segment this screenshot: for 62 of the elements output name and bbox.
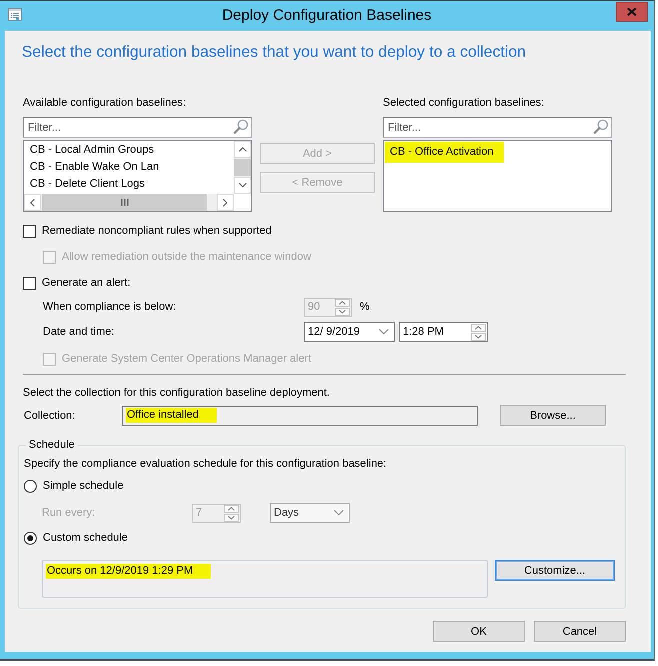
window-title: Deploy Configuration Baselines: [221, 6, 433, 26]
collection-field[interactable]: Office installed: [122, 406, 478, 426]
unit-label: %: [360, 301, 370, 313]
checkbox-label: Generate System Center Operations Manager alert: [62, 353, 312, 365]
grip-icon: [120, 199, 128, 206]
radio-button[interactable]: [24, 480, 37, 492]
spin-up-button[interactable]: [471, 324, 486, 332]
scroll-right-button[interactable]: [217, 194, 234, 211]
chevron-up-icon: [339, 300, 346, 304]
chevron-down-icon: [339, 310, 346, 314]
list-item[interactable]: CB - Local Admin Groups: [30, 142, 154, 159]
list-item[interactable]: CB - Delete Client Logs: [30, 176, 145, 193]
window-icon: [8, 8, 22, 21]
filter-field[interactable]: Filter...: [383, 117, 612, 138]
chevron-left-icon: [30, 198, 35, 206]
instruction-text: Specify the compliance evaluation schedule for this configuration baseline:: [24, 457, 388, 472]
scroll-left-button[interactable]: [24, 194, 41, 211]
chevron-right-icon: [223, 198, 228, 206]
caret-down-icon: [334, 510, 344, 516]
list-label: Selected configuration baselines:: [383, 96, 546, 111]
chevron-up-icon: [228, 506, 235, 510]
chevron-down-icon: [228, 516, 235, 520]
field-label: When compliance is below:: [43, 301, 178, 313]
checkbox-label: Remediate noncompliant rules when supported: [42, 225, 272, 237]
radio-button[interactable]: [24, 532, 37, 544]
close-button[interactable]: [616, 2, 648, 22]
schedule-summary: Occurs on 12/9/2019 1:29 PM: [42, 560, 488, 598]
time-picker[interactable]: 1:28 PM: [399, 322, 488, 342]
dialog-button[interactable]: Cancel: [534, 621, 626, 642]
browse-button[interactable]: Browse...: [500, 405, 606, 426]
scrollbar-thumb[interactable]: [42, 194, 207, 211]
list-item[interactable]: CB - Enable Wake On Lan: [30, 159, 160, 176]
scrollbar-thumb[interactable]: [234, 159, 251, 176]
search-icon: [593, 119, 609, 135]
close-icon: [627, 8, 637, 16]
field-label: Collection:: [23, 410, 76, 422]
date-picker[interactable]: 12/ 9/2019: [304, 322, 395, 342]
chevron-up-icon: [238, 147, 246, 152]
checkbox-label: Allow remediation outside the maintenance window: [62, 251, 312, 263]
dialog-button[interactable]: OK: [433, 621, 525, 642]
instruction-text: Select the collection for this configuration baseline deployment.: [23, 386, 331, 401]
spin-down-button[interactable]: [471, 332, 486, 340]
field-label: Date and time:: [43, 326, 116, 338]
field-label: Run every:: [42, 507, 96, 519]
group-title: Schedule: [28, 438, 76, 453]
radio-label: Custom schedule: [43, 532, 128, 544]
list-item[interactable]: CB - Office Activation: [385, 142, 504, 163]
checkbox[interactable]: [23, 276, 36, 290]
dialog-heading: Select the configuration baselines that you want to deploy to a collection: [22, 43, 528, 63]
list-label: Available configuration baselines:: [23, 96, 188, 111]
checkbox[interactable]: [23, 224, 36, 238]
radio-label: Simple schedule: [43, 480, 124, 492]
chevron-up-icon: [475, 326, 482, 330]
scroll-down-button[interactable]: [234, 177, 251, 194]
chevron-down-icon: [475, 334, 482, 338]
chevron-down-icon: [238, 183, 246, 188]
checkbox-label: Generate an alert:: [42, 277, 131, 289]
caret-down-icon: [379, 329, 389, 335]
customize-button[interactable]: Customize...: [495, 560, 615, 581]
scroll-up-button[interactable]: [234, 141, 251, 158]
filter-field[interactable]: Filter...: [23, 117, 252, 138]
search-icon: [233, 119, 249, 135]
